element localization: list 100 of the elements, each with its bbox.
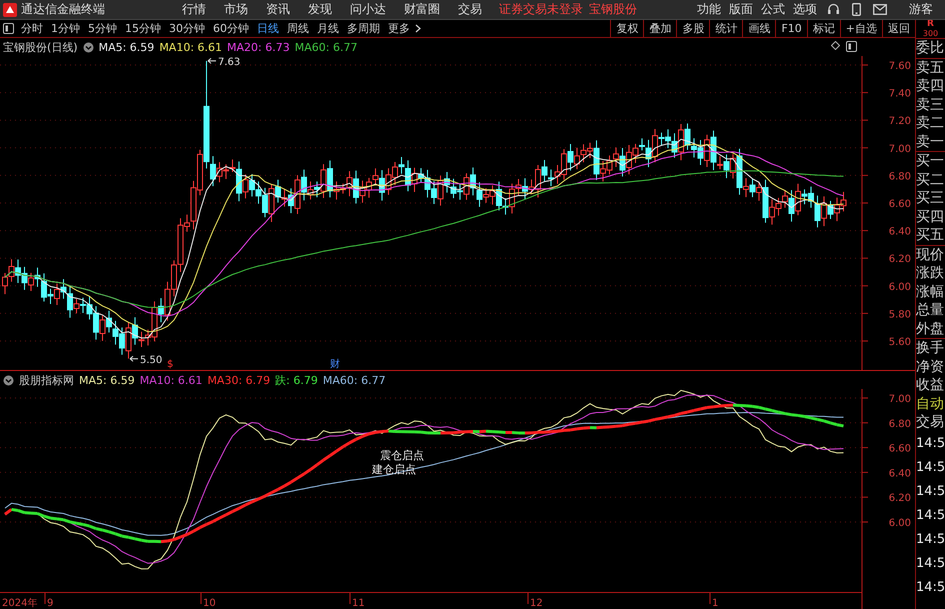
ma-legend: MA20: 6.73 xyxy=(227,40,290,54)
quote-label: 涨跌 xyxy=(916,264,945,282)
diamond-icon[interactable] xyxy=(831,41,840,50)
phone-icon[interactable] xyxy=(852,3,861,16)
user-label[interactable]: 游客 xyxy=(909,1,933,18)
period-tab[interactable]: 月线 xyxy=(313,21,343,36)
event-marker[interactable]: 财 xyxy=(330,359,340,370)
headset-icon[interactable] xyxy=(827,3,840,16)
quote-label: 买二 xyxy=(916,170,945,189)
period-tab[interactable]: 分时 xyxy=(17,21,47,36)
price-tick: 6.00 xyxy=(888,518,911,529)
period-tab[interactable]: 30分钟 xyxy=(165,21,209,36)
price-tick: 6.20 xyxy=(888,493,911,504)
date-label: 9 xyxy=(47,598,54,609)
quote-label: 净资 xyxy=(916,358,945,376)
menu-item[interactable]: 市场 xyxy=(224,1,248,18)
menu-item[interactable]: 公式 xyxy=(761,1,785,18)
period-tab[interactable]: 日线 xyxy=(253,21,283,36)
high-price-label: 7.63 xyxy=(218,56,240,68)
period-tab[interactable]: 多周期 xyxy=(343,21,384,36)
auto-trade-label[interactable]: 自动 xyxy=(916,394,945,413)
toolbar-button[interactable]: +自选 xyxy=(840,20,882,37)
toolbar-button[interactable]: 标记 xyxy=(806,20,840,37)
price-tick: 5.80 xyxy=(888,309,911,320)
period-tab[interactable]: 5分钟 xyxy=(84,21,121,36)
leader-line xyxy=(208,58,216,64)
login-notice[interactable]: 证券交易未登录 xyxy=(499,1,583,18)
ma-legend: MA5: 6.59 xyxy=(98,40,154,54)
date-label: 11 xyxy=(352,598,365,609)
period-tab[interactable]: 周线 xyxy=(283,21,313,36)
menu-item[interactable]: 交易 xyxy=(458,1,482,18)
price-tick: 6.00 xyxy=(888,282,911,293)
more-button[interactable]: 更多 xyxy=(384,21,428,36)
quote-label: 委比 xyxy=(916,39,945,58)
chevron-icon xyxy=(415,24,421,33)
trade-time: 14:5 xyxy=(916,530,945,548)
price-tick: 6.40 xyxy=(888,226,911,238)
auto-trade-label[interactable]: 交易 xyxy=(916,413,945,432)
quote-label: 收益 xyxy=(916,376,945,394)
quote-label: 换手 xyxy=(916,339,945,358)
price-tick: 7.00 xyxy=(888,144,911,155)
price-tick: 6.40 xyxy=(888,468,911,480)
menu-item[interactable]: 功能 xyxy=(697,1,721,18)
price-tick: 6.20 xyxy=(888,254,911,266)
leader-line xyxy=(130,356,138,362)
toolbar-button[interactable]: 叠加 xyxy=(643,20,676,37)
toolbar-button[interactable]: 统计 xyxy=(709,20,742,37)
period-tab[interactable]: 60分钟 xyxy=(209,21,253,36)
trade-time: 14:5 xyxy=(916,458,945,476)
trade-time: 14:5 xyxy=(916,434,945,452)
quote-label: 外盘 xyxy=(916,320,945,339)
app-logo-icon xyxy=(3,2,17,16)
indicator-legend: MA60: 6.77 xyxy=(322,374,386,386)
dropdown-icon[interactable] xyxy=(3,374,14,386)
menu-item[interactable]: 版面 xyxy=(729,1,753,18)
stock-code: 300 xyxy=(922,29,938,38)
quote-label: 买三 xyxy=(916,189,945,208)
toolbar-button[interactable]: 复权 xyxy=(610,20,644,37)
quote-label: 现价 xyxy=(916,246,945,264)
toolbar-button[interactable]: F10 xyxy=(775,20,807,37)
trade-time: 14:5 xyxy=(916,578,945,596)
period-tab[interactable]: 15分钟 xyxy=(121,21,165,36)
app-title: 通达信金融终端 xyxy=(21,1,105,18)
mail-icon[interactable] xyxy=(873,4,887,15)
indicator-legend: MA5: 6.59 xyxy=(79,374,135,386)
price-tick: 6.80 xyxy=(888,171,911,182)
event-marker[interactable]: $ xyxy=(167,359,174,370)
price-tick: 7.60 xyxy=(888,61,911,72)
toolbar-button[interactable]: 画线 xyxy=(742,20,776,37)
price-tick: 7.40 xyxy=(888,88,911,100)
stock-label: 宝钢股份(日线) xyxy=(3,40,78,54)
trade-time: 14:5 xyxy=(916,482,945,500)
toolbar-button[interactable]: 返回 xyxy=(882,20,915,37)
price-tick: 7.00 xyxy=(888,394,911,405)
panel-toggle-icon[interactable] xyxy=(3,23,14,34)
menu-item[interactable]: 问小达 xyxy=(350,1,386,18)
date-label: 12 xyxy=(530,598,543,609)
quote-label: 买一 xyxy=(916,152,945,170)
panel-toggle-icon[interactable] xyxy=(846,41,857,52)
trade-time: 14:5 xyxy=(916,554,945,572)
quote-label: 总量 xyxy=(916,301,945,320)
period-tab[interactable]: 1分钟 xyxy=(47,21,84,36)
menu-item[interactable]: 选项 xyxy=(793,1,817,18)
price-tick: 7.20 xyxy=(888,116,911,128)
menu-item[interactable]: 财富圈 xyxy=(404,1,440,18)
indicator-legend: MA10: 6.61 xyxy=(140,374,202,386)
quote-label: 涨幅 xyxy=(916,282,945,301)
quote-label: 买四 xyxy=(916,208,945,226)
menu-item[interactable]: 行情 xyxy=(182,1,206,18)
price-tick: 6.80 xyxy=(888,418,911,430)
dropdown-icon[interactable] xyxy=(82,42,94,52)
menu-item[interactable]: 发现 xyxy=(308,1,332,18)
price-tick: 5.60 xyxy=(888,337,911,348)
low-price-label: 5.50 xyxy=(140,354,162,366)
trade-time: 14:5 xyxy=(916,506,945,524)
stock-name: 宝钢股份 xyxy=(589,1,637,18)
menu-item[interactable]: 资讯 xyxy=(266,1,290,18)
date-label: 1 xyxy=(712,598,718,609)
indicator-name: 股朋指标网 xyxy=(19,372,74,388)
toolbar-button[interactable]: 多股 xyxy=(676,20,710,37)
